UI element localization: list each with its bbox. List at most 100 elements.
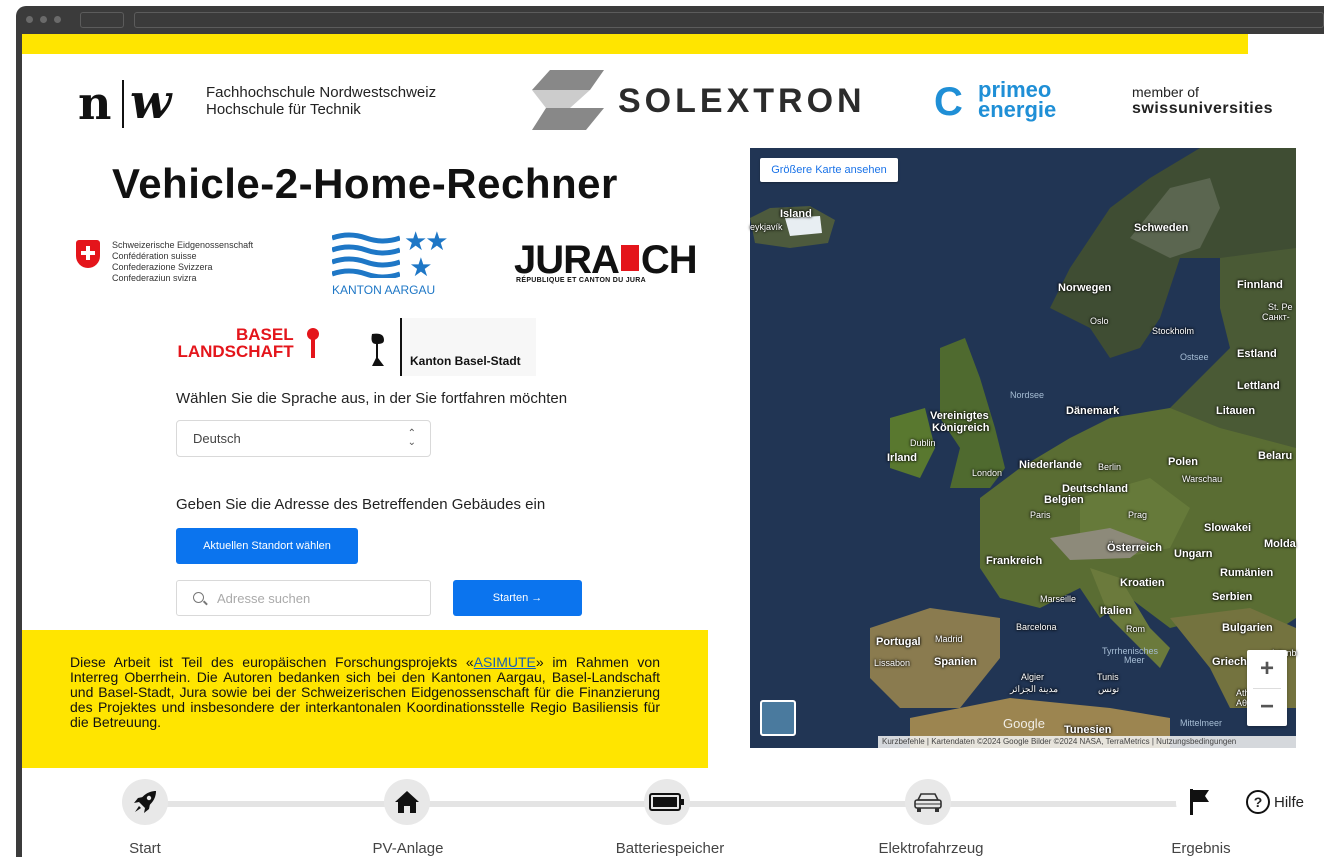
current-location-button[interactable]: Aktuellen Standort wählen <box>176 528 358 564</box>
baselstadt-text: Kanton Basel-Stadt <box>410 354 521 368</box>
map-label-algier: Algier <box>1021 672 1045 682</box>
map-label-paris: Paris <box>1030 510 1051 520</box>
map-label-spanien: Spanien <box>934 656 977 668</box>
info-text: Diese Arbeit ist Teil des europäischen F… <box>70 655 660 730</box>
search-icon <box>193 592 204 603</box>
swiss-line: Confédération suisse <box>112 251 197 261</box>
zoom-out-button[interactable]: − <box>1247 688 1287 726</box>
map-label-serbien: Serbien <box>1212 591 1253 603</box>
fhnw-logo-n: n <box>78 76 112 130</box>
larger-map-button[interactable]: Größere Karte ansehen <box>760 158 898 182</box>
jura-flag-icon <box>620 245 639 271</box>
map-label-polen: Polen <box>1168 456 1198 468</box>
swiss-line: Confederazione Svizzera <box>112 262 213 272</box>
jura-logo: JURA CH <box>514 238 698 282</box>
step-batteriespeicher[interactable] <box>644 779 690 825</box>
tab-placeholder <box>80 12 124 28</box>
map-label-oslo: Oslo <box>1090 316 1109 326</box>
jura-ch: CH <box>640 238 698 282</box>
step-label-result: Ergebnis <box>1171 840 1231 857</box>
chevron-updown-icon: ⌃ ⌄ <box>407 428 416 448</box>
address-prompt: Geben Sie die Adresse des Betreffenden G… <box>176 496 546 513</box>
flag-icon <box>1190 789 1209 815</box>
map-label-belgien: Belgien <box>1044 494 1084 506</box>
map-label-finnland: Finnland <box>1237 279 1283 291</box>
basel-landschaft-logo: BASEL LANDSCHAFT <box>176 325 294 360</box>
info-text-part: Diese Arbeit ist Teil des europäischen F… <box>70 654 474 670</box>
swissuniversities-text: swissuniversities <box>1132 100 1274 117</box>
baselstadt-divider <box>400 318 402 376</box>
battery-icon <box>649 793 684 811</box>
step-elektrofahrzeug[interactable] <box>905 779 951 825</box>
map-label-daenemark: Dänemark <box>1066 405 1120 417</box>
swiss-confederation-text: Schweizerische Eidgenossenschaft Confédé… <box>112 240 253 284</box>
window-dot <box>26 16 33 23</box>
map-label-frankreich: Frankreich <box>986 555 1043 567</box>
map-type-thumbnail[interactable] <box>760 700 796 736</box>
map-label-estland: Estland <box>1237 348 1277 360</box>
map-label-marseille: Marseille <box>1040 594 1077 604</box>
google-logo: Google <box>1003 716 1045 731</box>
step-label-pv: PV-Anlage <box>372 840 444 857</box>
map-label-molda: Molda <box>1264 538 1296 550</box>
address-bar <box>134 12 1324 28</box>
help-button[interactable]: ? Hilfe <box>1246 790 1304 814</box>
map-label-uk2: Königreich <box>932 422 990 434</box>
fhnw-name: Fachhochschule Nordwestschweiz <box>206 84 437 101</box>
map-label-sankt: Санкт- <box>1262 312 1290 322</box>
zoom-separator <box>1253 688 1281 689</box>
step-start[interactable] <box>122 779 168 825</box>
map-label-stockholm: Stockholm <box>1152 326 1195 336</box>
map-label-schweden: Schweden <box>1134 222 1189 234</box>
jura-subtitle: RÉPUBLIQUE ET CANTON DU JURA <box>516 277 647 284</box>
zoom-in-button[interactable]: + <box>1247 650 1287 688</box>
step-label-battery: Batteriespeicher <box>615 840 725 857</box>
car-icon <box>914 793 942 812</box>
map-label-rumaenien: Rumänien <box>1220 567 1274 579</box>
step-label-ev: Elektrofahrzeug <box>878 840 984 857</box>
map-label-kroatien: Kroatien <box>1120 577 1165 589</box>
primeo-text: primeo energie <box>978 79 1057 122</box>
rocket-icon <box>134 791 156 813</box>
step-pv-anlage[interactable] <box>384 779 430 825</box>
basel-land-line1: BASEL <box>236 325 294 344</box>
fhnw-logo-w: w <box>130 74 172 130</box>
map-label-tyrr2: Meer <box>1124 655 1145 665</box>
start-button[interactable]: Starten → <box>453 580 582 616</box>
map-label-tunis: Tunis <box>1097 672 1119 682</box>
top-accent-bar <box>22 34 1248 54</box>
fhnw-school: Hochschule für Technik <box>206 101 361 118</box>
language-select[interactable]: Deutsch ⌃ ⌄ <box>176 420 431 457</box>
step-ergebnis[interactable] <box>1176 779 1222 825</box>
solextron-text: SOLEXTRON <box>618 82 866 120</box>
asimute-link[interactable]: ASIMUTE <box>474 654 536 670</box>
map-label-nordsee: Nordsee <box>1010 390 1045 400</box>
fhnw-text: Fachhochschule Nordwestschweiz Hochschul… <box>206 84 436 118</box>
map-label-uk1: Vereinigtes <box>930 410 989 422</box>
map-label-lettland: Lettland <box>1237 380 1280 392</box>
map-label-rom: Rom <box>1126 624 1146 634</box>
map-label-island: Island <box>780 208 812 220</box>
primeo-logo-icon: C <box>934 80 963 124</box>
primeo-line2: energie <box>978 97 1057 122</box>
member-of: member of <box>1132 84 1199 100</box>
map-attribution[interactable]: Kurzbefehle | Kartendaten ©2024 Google B… <box>878 736 1296 748</box>
map-label-dublin: Dublin <box>910 438 936 448</box>
fhnw-logo-bar <box>122 80 124 128</box>
solextron-logo-icon <box>532 70 604 130</box>
address-search-input[interactable]: Adresse suchen <box>176 580 431 616</box>
swiss-line: Schweizerische Eidgenossenschaft <box>112 240 254 250</box>
map-label-belaru: Belaru <box>1258 450 1293 462</box>
map-label-stpe: St. Pe <box>1268 302 1293 312</box>
map-label-norwegen: Norwegen <box>1058 282 1112 294</box>
swiss-cross-icon <box>76 240 100 268</box>
map-label-portugal: Portugal <box>876 636 921 648</box>
swiss-line: Confederaziun svizra <box>112 273 197 283</box>
aargau-stars-icon: ★★ ★ <box>404 226 449 282</box>
map-label-oesterreich: Österreich <box>1107 542 1163 554</box>
map-label-barcelona: Barcelona <box>1016 622 1057 632</box>
map-label-reykjavik: eykjavík <box>750 222 783 232</box>
map-label-slowakei: Slowakei <box>1204 522 1252 534</box>
map-label-mittelmeer: Mittelmeer <box>1180 718 1223 728</box>
map-label-algier-ar: مدينة الجزائر <box>1010 684 1059 694</box>
